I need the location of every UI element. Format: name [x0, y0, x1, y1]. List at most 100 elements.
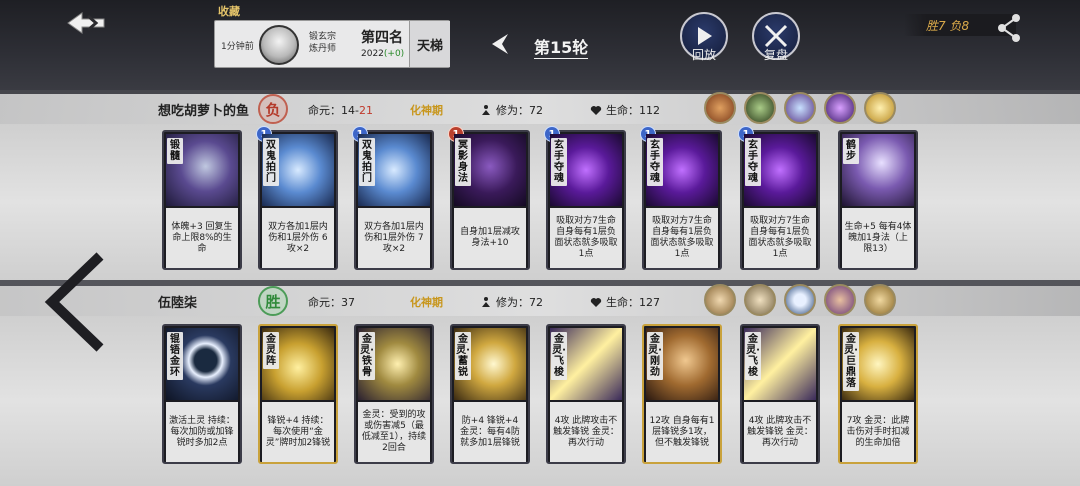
gold-beast-icon[interactable] — [864, 284, 896, 316]
player1-hp: 生命：112 — [590, 102, 660, 118]
sect-info: 锻玄宗 炼丹师 — [309, 31, 336, 55]
player2-life: 命元：37 — [308, 294, 355, 310]
player2-realm: 化神期 — [410, 296, 443, 309]
card[interactable]: 金灵·巨鼎落 7攻 金灵：此牌击伤对手时扣减的生命加倍 — [838, 324, 918, 464]
player1-cultivation: 修为：72 — [480, 102, 543, 118]
time-ago: 1分钟前 — [221, 42, 254, 52]
card-name: 双鬼拍门 — [359, 138, 375, 186]
card-name: 金灵阵 — [263, 332, 279, 369]
orange-beast-icon[interactable] — [704, 92, 736, 124]
score-value: 2022 — [361, 49, 384, 59]
player2-cultivation: 修为：72 — [480, 294, 543, 310]
hp-value: 127 — [639, 296, 660, 309]
card[interactable]: 金灵·飞梭 4攻 此牌攻击不触发锋锐 金灵：再次行动 — [546, 324, 626, 464]
card-desc: 4攻 此牌攻击不触发锋锐 金灵：再次行动 — [744, 402, 816, 462]
card[interactable]: 金灵·飞梭 4攻 此牌攻击不触发锋锐 金灵：再次行动 — [740, 324, 820, 464]
player2-name: 伍陸柒 — [158, 296, 198, 311]
green-warrior-icon[interactable] — [744, 92, 776, 124]
blue-sword-icon[interactable] — [784, 92, 816, 124]
card[interactable]: 金灵阵 锋锐+4 持续：每次使用“金灵”牌时加2锋锐 — [258, 324, 338, 464]
card-name: 玄手夺魂 — [745, 138, 761, 186]
play-icon — [698, 27, 712, 45]
card-desc: 激活土灵 持续：每次加防或加锋锐时多加2点 — [166, 402, 238, 462]
card-name: 锟铻金环 — [167, 332, 183, 380]
rank-label: 第四名 — [361, 30, 403, 46]
card-name: 金灵·刚劲 — [647, 332, 663, 380]
blue-ring-icon[interactable] — [784, 284, 816, 316]
share-icon[interactable] — [996, 12, 1024, 44]
card-desc: 双方各加1层内伤和1层外伤 7攻×2 — [358, 208, 430, 268]
golden-sun-icon[interactable] — [864, 92, 896, 124]
card[interactable]: 1 双鬼拍门 双方各加1层内伤和1层外伤 6攻×2 — [256, 126, 338, 270]
card-desc: 锋锐+4 持续：每次使用“金灵”牌时加2锋锐 — [262, 402, 334, 462]
purple-tiger-icon[interactable] — [824, 284, 856, 316]
sect-name: 锻玄宗 — [309, 32, 337, 42]
life-value: 14 — [341, 104, 355, 117]
profession: 炼丹师 — [309, 44, 337, 54]
player2-result-badge: 胜 — [258, 286, 288, 316]
card-desc: 12攻 自身每有1层锋锐多1攻，但不触发锋锐 — [646, 402, 718, 462]
life-value: 37 — [341, 296, 355, 309]
card-name: 金灵·巨鼎落 — [843, 332, 859, 391]
ladder-label: 天梯 — [409, 21, 450, 67]
card[interactable]: 锟铻金环 激活土灵 持续：每次加防或加锋锐时多加2点 — [162, 324, 242, 464]
back-button[interactable] — [64, 8, 108, 38]
card-name: 鹤步 — [843, 138, 859, 164]
card[interactable]: 锻髓 体魄+3 回复生命上限8%的生命 — [162, 130, 242, 270]
player2-hp: 生命：127 — [590, 294, 660, 310]
player1-name: 想吃胡萝卜的鱼 — [158, 104, 250, 119]
card-desc: 吸取对方7生命 自身每有1层负面状态就多吸取1点 — [646, 208, 718, 268]
heart-icon — [590, 106, 602, 115]
replay-label: 回放 — [691, 48, 716, 62]
hp-value: 112 — [639, 104, 660, 117]
cultivation-value: 72 — [529, 104, 543, 117]
player1-life: 命元：14-21 — [308, 102, 373, 118]
card-desc: 吸取对方7生命 自身每有1层负面状态就多吸取1点 — [744, 208, 816, 268]
life-label: 命元： — [308, 104, 341, 117]
card[interactable]: 1 玄手夺魂 吸取对方7生命 自身每有1层负面状态就多吸取1点 — [640, 126, 722, 270]
card-desc: 吸取对方7生命 自身每有1层负面状态就多吸取1点 — [550, 208, 622, 268]
card-name: 金灵·飞梭 — [745, 332, 761, 380]
card[interactable]: 1 双鬼拍门 双方各加1层内伤和1层外伤 7攻×2 — [352, 126, 434, 270]
card[interactable]: 金灵·刚劲 12攻 自身每有1层锋锐多1攻，但不触发锋锐 — [642, 324, 722, 464]
player1-realm: 化神期 — [410, 104, 443, 117]
card[interactable]: 1 玄手夺魂 吸取对方7生命 自身每有1层负面状态就多吸取1点 — [544, 126, 626, 270]
card-desc: 4攻 此牌攻击不触发锋锐 金灵：再次行动 — [550, 402, 622, 462]
card-name: 玄手夺魂 — [647, 138, 663, 186]
tiger-beast-icon[interactable] — [744, 284, 776, 316]
round-label: 第15轮 — [534, 34, 589, 59]
card-name: 金灵·蓄锐 — [455, 332, 471, 380]
card-name: 金灵·铁骨 — [359, 332, 375, 380]
avatar[interactable] — [259, 25, 299, 65]
violet-lightning-icon[interactable] — [824, 92, 856, 124]
card-desc: 生命+5 每有4体魄加1身法（上限13） — [842, 208, 914, 268]
card-name: 金灵·飞梭 — [551, 332, 567, 380]
card[interactable]: 1 冥影身法 自身加1层减攻身法+10 — [448, 126, 530, 270]
left-chevron-decoration-icon — [44, 252, 104, 352]
card-desc: 金灵：受到的攻或伤害减5（最低减至1），持续2回合 — [358, 402, 430, 462]
meditation-icon — [482, 297, 490, 307]
card-name: 冥影身法 — [455, 138, 471, 186]
life-label: 命元： — [308, 296, 341, 309]
review-label: 复盘 — [763, 48, 788, 62]
goat-beast-icon[interactable] — [704, 284, 736, 316]
card[interactable]: 金灵·蓄锐 防+4 锋锐+4 金灵：每有4防就多加1层锋锐 — [450, 324, 530, 464]
hp-label: 生命： — [606, 296, 639, 309]
round-arrow-icon[interactable] — [486, 30, 514, 58]
cultivation-label: 修为： — [496, 104, 529, 117]
card-desc: 7攻 金灵：此牌击伤对手时扣减的生命加倍 — [842, 402, 914, 462]
life-loss: 21 — [358, 104, 373, 117]
cultivation-label: 修为： — [496, 296, 529, 309]
card-desc: 防+4 锋锐+4 金灵：每有4防就多加1层锋锐 — [454, 402, 526, 462]
player1-result-badge: 负 — [258, 94, 288, 124]
hp-label: 生命： — [606, 104, 639, 117]
match-info-panel: 1分钟前 锻玄宗 炼丹师 第四名 2022(+0) 天梯 — [214, 20, 450, 68]
meditation-icon — [482, 105, 490, 115]
card-name: 双鬼拍门 — [263, 138, 279, 186]
card[interactable]: 鹤步 生命+5 每有4体魄加1身法（上限13） — [838, 130, 918, 270]
favorite-label[interactable]: 收藏 — [218, 3, 240, 19]
card-desc: 体魄+3 回复生命上限8%的生命 — [166, 208, 238, 268]
card[interactable]: 1 玄手夺魂 吸取对方7生命 自身每有1层负面状态就多吸取1点 — [738, 126, 820, 270]
heart-icon — [590, 298, 602, 307]
card[interactable]: 金灵·铁骨 金灵：受到的攻或伤害减5（最低减至1），持续2回合 — [354, 324, 434, 464]
